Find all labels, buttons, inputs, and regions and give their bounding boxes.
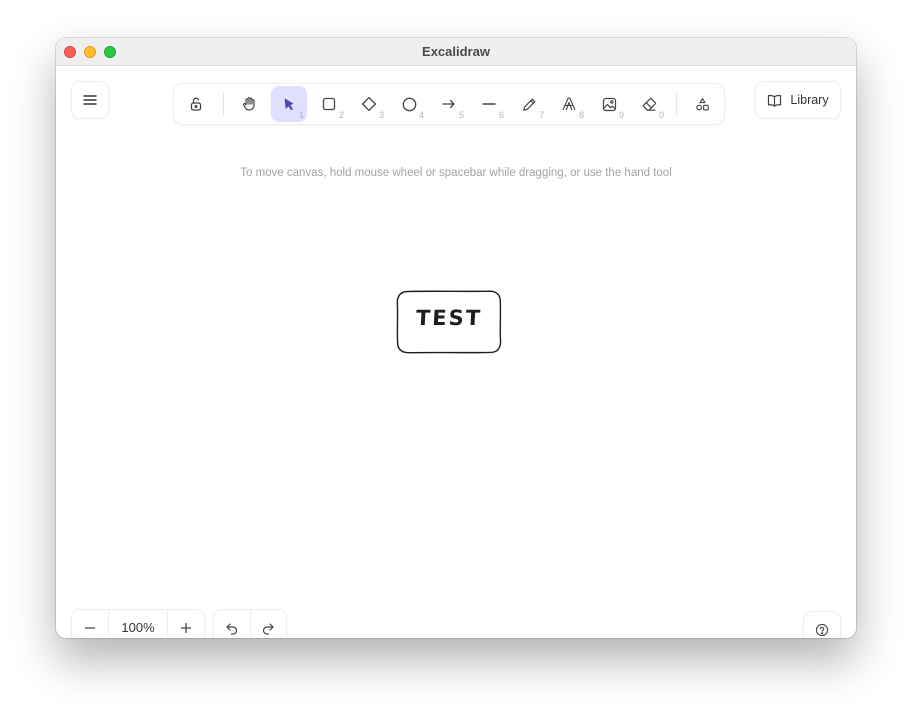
tool-ellipse[interactable]: 4 [391, 86, 427, 122]
text-icon [561, 96, 577, 112]
tool-arrow[interactable]: 5 [431, 86, 467, 122]
circle-icon [402, 97, 417, 112]
book-icon [767, 94, 782, 107]
pointer-icon [282, 97, 296, 111]
rectangle-icon [322, 97, 336, 111]
tool-selection[interactable]: 1 [271, 86, 307, 122]
toolbar-separator [223, 92, 224, 116]
plus-icon [180, 622, 192, 634]
tool-eraser[interactable]: 0 [631, 86, 667, 122]
redo-icon [261, 621, 275, 635]
hamburger-icon [83, 94, 97, 106]
tool-shortcut-key: 1 [298, 110, 304, 120]
tool-toolbar: 1 2 3 4 5 6 7 8 9 0 [174, 84, 724, 124]
hand-icon [241, 96, 257, 112]
minus-icon [84, 622, 96, 634]
zoom-controls: 100% [72, 610, 204, 638]
shapes-icon [695, 97, 710, 112]
tool-text[interactable]: 8 [551, 86, 587, 122]
zoom-in-button[interactable] [168, 610, 204, 638]
tool-line[interactable]: 6 [471, 86, 507, 122]
tool-shortcut-key: 6 [498, 110, 504, 120]
app-window: Excalidraw 1 2 3 4 5 6 7 8 9 0 Library T… [56, 38, 856, 638]
help-button[interactable] [804, 612, 840, 638]
zoom-out-button[interactable] [72, 610, 108, 638]
title-bar: Excalidraw [56, 38, 856, 66]
tool-rectangle[interactable]: 2 [311, 86, 347, 122]
tool-hand[interactable] [231, 86, 267, 122]
window-title: Excalidraw [422, 44, 490, 59]
redo-button[interactable] [250, 610, 286, 638]
tool-shortcut-key: 0 [658, 110, 664, 120]
tool-lock[interactable] [178, 86, 214, 122]
tool-shortcut-key: 7 [538, 110, 544, 120]
canvas-rectangle-label: TEST [415, 306, 483, 330]
image-icon [602, 97, 617, 112]
tool-draw[interactable]: 7 [511, 86, 547, 122]
diamond-icon [361, 96, 377, 112]
tool-shortcut-key: 2 [338, 110, 344, 120]
toolbar-separator [676, 92, 677, 116]
tool-image[interactable]: 9 [591, 86, 627, 122]
library-button[interactable]: Library [756, 82, 840, 118]
tool-shortcut-key: 5 [458, 110, 464, 120]
line-icon [481, 97, 497, 111]
zoom-level[interactable]: 100% [108, 610, 168, 638]
eraser-icon [642, 97, 657, 112]
canvas-hint: To move canvas, hold mouse wheel or spac… [240, 167, 672, 179]
tool-shortcut-key: 4 [418, 110, 424, 120]
undo-button[interactable] [214, 610, 250, 638]
lock-open-icon [188, 96, 204, 112]
undo-icon [225, 621, 239, 635]
tool-shortcut-key: 9 [618, 110, 624, 120]
tool-shortcut-key: 3 [378, 110, 384, 120]
tool-extra-tools[interactable] [684, 86, 720, 122]
main-menu-button[interactable] [72, 82, 108, 118]
tool-shortcut-key: 8 [578, 110, 584, 120]
tool-diamond[interactable]: 3 [351, 86, 387, 122]
help-icon [815, 623, 829, 637]
drawing-canvas[interactable]: 1 2 3 4 5 6 7 8 9 0 Library To move canv… [56, 66, 856, 638]
pencil-icon [522, 97, 537, 112]
arrow-icon [441, 97, 457, 111]
undo-redo-controls [214, 610, 286, 638]
library-label: Library [790, 93, 829, 107]
